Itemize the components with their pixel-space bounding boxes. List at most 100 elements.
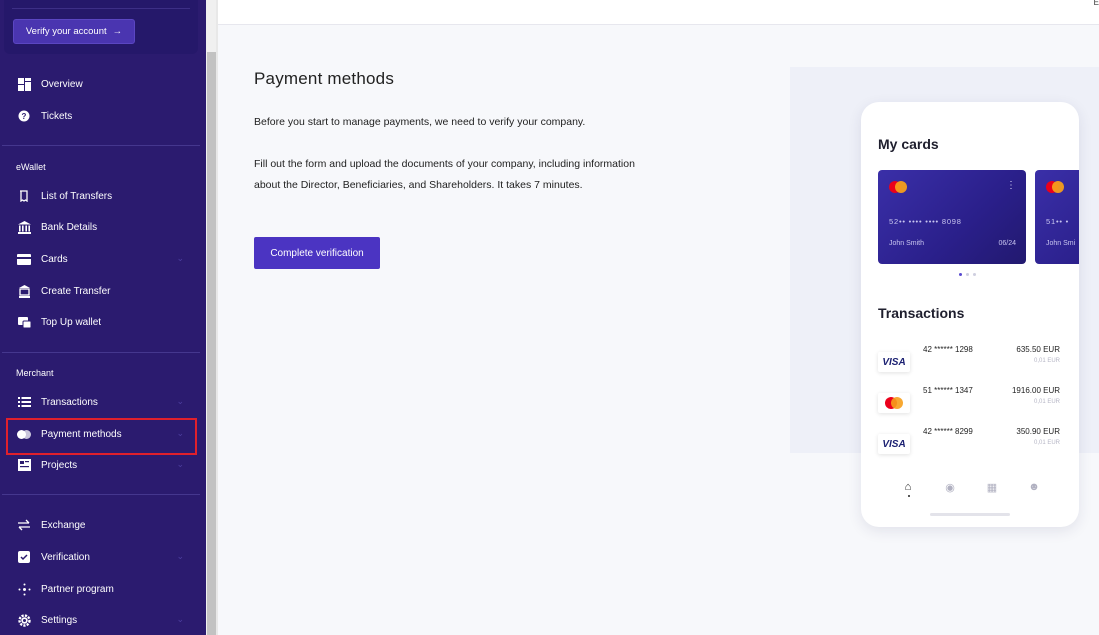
transaction-fee: 0,01 EUR <box>1033 358 1060 364</box>
projects-icon <box>17 458 31 472</box>
list-icon <box>17 395 31 409</box>
home-indicator-bar <box>930 513 1010 516</box>
bank-card: 51•• • John Smi <box>1035 170 1079 264</box>
divider <box>12 8 190 9</box>
sidebar-item-cards[interactable]: Cards ⌄ <box>0 247 200 271</box>
tickets-icon: ? <box>17 109 31 123</box>
sidebar-item-label: Transactions <box>41 396 98 408</box>
transaction-amount: 1916.00 EUR <box>1011 386 1060 395</box>
phone-illustration: My cards ⋮ 52•• •••• •••• 8098 John Smit… <box>861 102 1079 527</box>
scrollbar-thumb[interactable] <box>207 52 216 635</box>
sidebar-item-exchange[interactable]: Exchange <box>0 513 200 537</box>
sidebar-item-label: Cards <box>41 253 68 265</box>
create-transfer-icon <box>17 284 31 298</box>
carousel-pager <box>959 273 976 276</box>
card-icon <box>17 252 31 266</box>
sidebar-item-transactions[interactable]: Transactions ⌄ <box>0 390 200 414</box>
transaction-card-number: 51 ****** 1347 <box>923 386 973 395</box>
card-expiry: 06/24 <box>998 240 1016 247</box>
chevron-down-icon[interactable]: ⌄ <box>176 396 184 407</box>
verify-account-button[interactable]: Verify your account → <box>13 19 135 44</box>
transaction-fee: 0,01 EUR <box>1033 440 1060 446</box>
section-label-ewallet: eWallet <box>16 162 46 172</box>
visa-logo: VISA <box>878 352 910 372</box>
transaction-card-number: 42 ****** 1298 <box>923 345 973 354</box>
selection-highlight <box>6 418 197 455</box>
sidebar-item-label: Bank Details <box>41 221 98 233</box>
main-content: Payment methods Before you start to mana… <box>218 25 1099 635</box>
phone-bottom-nav: ⌂ ◉ ▦ ☻ <box>901 477 1041 497</box>
settings-icon <box>17 613 31 627</box>
chevron-down-icon[interactable]: ⌄ <box>176 551 184 562</box>
arrow-right-icon: → <box>112 26 123 37</box>
bank-icon <box>17 220 31 234</box>
sidebar-item-label: Verification <box>41 551 90 563</box>
transfers-list-icon <box>17 189 31 203</box>
my-cards-heading: My cards <box>878 136 939 152</box>
svg-text:?: ? <box>21 112 26 121</box>
sidebar-item-label: Tickets <box>41 110 73 122</box>
card-number: 51•• • <box>1046 217 1070 226</box>
top-bar: E <box>218 0 1099 25</box>
user-icon: ☻ <box>1028 481 1040 493</box>
transaction-amount: 635.50 EUR <box>1016 345 1060 354</box>
chevron-down-icon[interactable]: ⌄ <box>176 614 184 625</box>
transaction-row: VISA 42 ****** 1298 635.50 EUR 0,01 EUR <box>878 345 1063 375</box>
sidebar-item-label: Projects <box>41 459 78 471</box>
section-label-merchant: Merchant <box>16 368 54 378</box>
instructions-text: Fill out the form and upload the documen… <box>254 158 635 191</box>
grid-icon: ▦ <box>986 481 998 494</box>
sidebar-item-partner-program[interactable]: Partner program <box>0 577 200 601</box>
sidebar-item-label: List of Transfers <box>41 190 113 202</box>
bank-card: ⋮ 52•• •••• •••• 8098 John Smith 06/24 <box>878 170 1026 264</box>
sidebar-item-label: Create Transfer <box>41 285 111 297</box>
exchange-icon <box>17 518 31 532</box>
transactions-heading: Transactions <box>878 305 965 321</box>
divider <box>2 494 200 495</box>
verification-icon <box>17 550 31 564</box>
sidebar-item-label: Top Up wallet <box>41 316 102 328</box>
active-indicator <box>908 495 910 497</box>
sidebar-item-label: Exchange <box>41 519 86 531</box>
sidebar-item-label: Settings <box>41 614 78 626</box>
transaction-fee: 0,01 EUR <box>1033 399 1060 405</box>
transaction-amount: 350.90 EUR <box>1016 427 1060 436</box>
sidebar-item-verification[interactable]: Verification ⌄ <box>0 545 200 569</box>
home-icon: ⌂ <box>904 481 912 493</box>
sidebar-item-settings[interactable]: Settings ⌄ <box>0 608 200 632</box>
transaction-row: VISA 42 ****** 8299 350.90 EUR 0,01 EUR <box>878 427 1063 457</box>
overview-icon <box>17 77 31 91</box>
mastercard-icon <box>1046 181 1064 193</box>
sidebar-item-tickets[interactable]: ? Tickets <box>0 104 200 128</box>
intro-text: Before you start to manage payments, we … <box>254 116 586 128</box>
sidebar-item-list-of-transfers[interactable]: List of Transfers <box>0 184 200 208</box>
sidebar-item-label: Overview <box>41 78 83 90</box>
page-title: Payment methods <box>254 69 395 88</box>
header-corner-text: E <box>1093 0 1099 7</box>
card-number: 52•• •••• •••• 8098 <box>889 217 962 226</box>
mastercard-icon <box>889 181 907 193</box>
topup-icon <box>17 315 31 329</box>
chevron-down-icon[interactable]: ⌄ <box>176 459 184 470</box>
transaction-card-number: 42 ****** 8299 <box>923 427 973 436</box>
sidebar-item-top-up-wallet[interactable]: Top Up wallet <box>0 310 200 334</box>
sidebar-item-projects[interactable]: Projects ⌄ <box>0 453 200 477</box>
divider <box>2 352 200 353</box>
more-vertical-icon: ⋮ <box>1006 180 1016 191</box>
transaction-row: 51 ****** 1347 1916.00 EUR 0,01 EUR <box>878 386 1063 416</box>
sidebar-item-label: Partner program <box>41 583 114 595</box>
verify-account-label: Verify your account <box>25 26 107 37</box>
chevron-down-icon[interactable]: ⌄ <box>176 253 184 264</box>
sidebar-item-create-transfer[interactable]: Create Transfer <box>0 279 200 303</box>
compass-icon: ◉ <box>945 481 955 494</box>
partner-icon <box>17 582 31 596</box>
sidebar-item-bank-details[interactable]: Bank Details <box>0 215 200 239</box>
visa-logo: VISA <box>878 434 910 454</box>
sidebar-item-overview[interactable]: Overview <box>0 72 200 96</box>
card-holder: John Smith <box>889 240 925 247</box>
mastercard-logo <box>878 393 910 413</box>
divider <box>2 145 200 146</box>
complete-verification-button[interactable]: Complete verification <box>254 237 380 269</box>
sidebar: Verify your account → Overview ? Tickets… <box>0 0 206 635</box>
card-holder: John Smi <box>1046 240 1076 247</box>
